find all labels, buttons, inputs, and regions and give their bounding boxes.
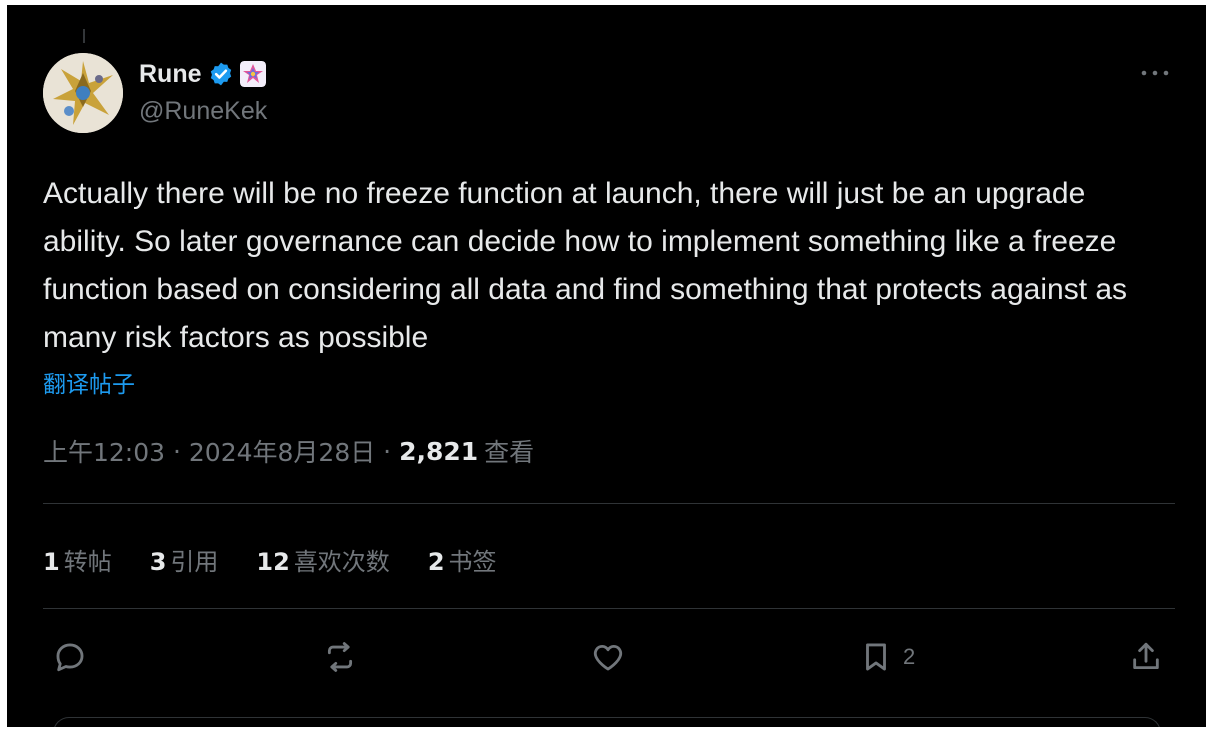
views-count: 2,821 (399, 436, 479, 466)
meta-separator: · (165, 436, 189, 466)
avatar-image (43, 53, 123, 133)
bookmark-icon (866, 643, 886, 671)
display-name[interactable]: Rune (139, 60, 202, 89)
more-icon[interactable] (1138, 61, 1172, 85)
likes-label: 喜欢次数 (293, 548, 390, 576)
repost-button[interactable] (323, 635, 357, 679)
quotes-stat[interactable]: 3 引用 (150, 542, 219, 577)
divider (43, 503, 1175, 504)
post-date[interactable]: 2024年8月28日 (189, 433, 375, 469)
bookmarks-count: 2 (427, 548, 445, 576)
quotes-count: 3 (149, 548, 167, 576)
author-handle[interactable]: @RuneKek (139, 97, 267, 126)
bookmarks-label: 书签 (448, 548, 497, 576)
bookmark-button[interactable]: 2 (859, 635, 915, 679)
likes-count: 12 (256, 548, 290, 576)
like-button[interactable] (591, 635, 625, 679)
thread-line (83, 29, 85, 43)
reposts-label: 转帖 (63, 548, 112, 576)
likes-stat[interactable]: 12 喜欢次数 (256, 542, 389, 577)
reply-composer-edge (53, 717, 1161, 727)
reposts-count: 1 (43, 548, 60, 576)
views-label: 查看 (484, 438, 535, 467)
bookmarks-stat[interactable]: 2 书签 (428, 542, 497, 577)
post-text: Actually there will be no freeze functio… (43, 177, 1136, 354)
avatar[interactable] (43, 53, 123, 133)
bookmark-count: 2 (903, 644, 916, 669)
translate-post-link[interactable]: 翻译帖子 (43, 365, 135, 399)
post-meta: 上午12:03 · 2024年8月28日 · 2,821 查看 (43, 433, 534, 469)
divider (43, 608, 1175, 609)
engagement-stats: 1 转帖 3 引用 12 喜欢次数 2 书签 (43, 542, 535, 577)
reply-button[interactable] (53, 635, 87, 679)
reposts-stat[interactable]: 1 转帖 (43, 542, 112, 577)
reply-icon (56, 643, 84, 672)
tweet-detail: Rune @RuneKek Actually there will be no … (7, 5, 1206, 727)
like-icon (593, 644, 623, 671)
quotes-label: 引用 (170, 548, 219, 576)
affiliate-badge-icon[interactable] (239, 61, 266, 87)
share-icon (1133, 642, 1159, 670)
meta-separator: · (375, 436, 400, 466)
post-time[interactable]: 上午12:03 (43, 433, 165, 469)
repost-icon (327, 642, 353, 672)
verified-badge-icon[interactable] (208, 61, 234, 87)
share-button[interactable] (1129, 635, 1163, 679)
author-name-row: Rune (139, 57, 266, 91)
